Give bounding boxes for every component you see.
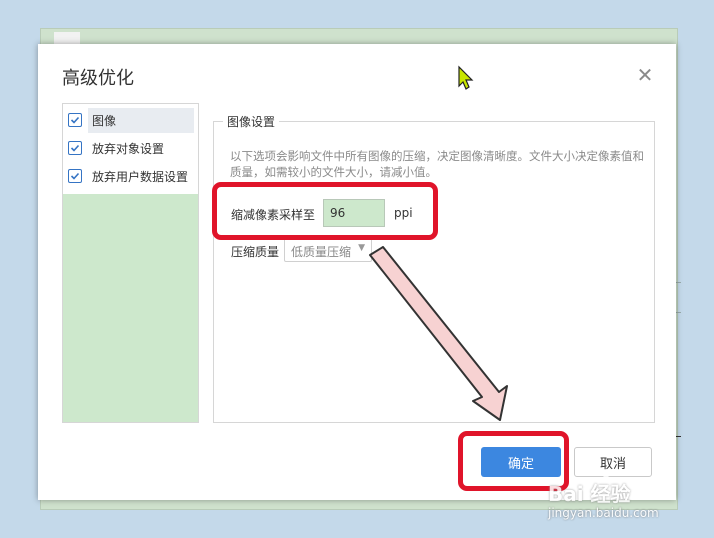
annotation-arrow <box>369 246 508 421</box>
watermark-url: jingyan.baidu.com <box>548 506 659 520</box>
mouse-cursor-icon <box>458 65 474 90</box>
annotation-overlay <box>369 65 617 498</box>
watermark-brand: Bai 经验 <box>548 482 631 506</box>
